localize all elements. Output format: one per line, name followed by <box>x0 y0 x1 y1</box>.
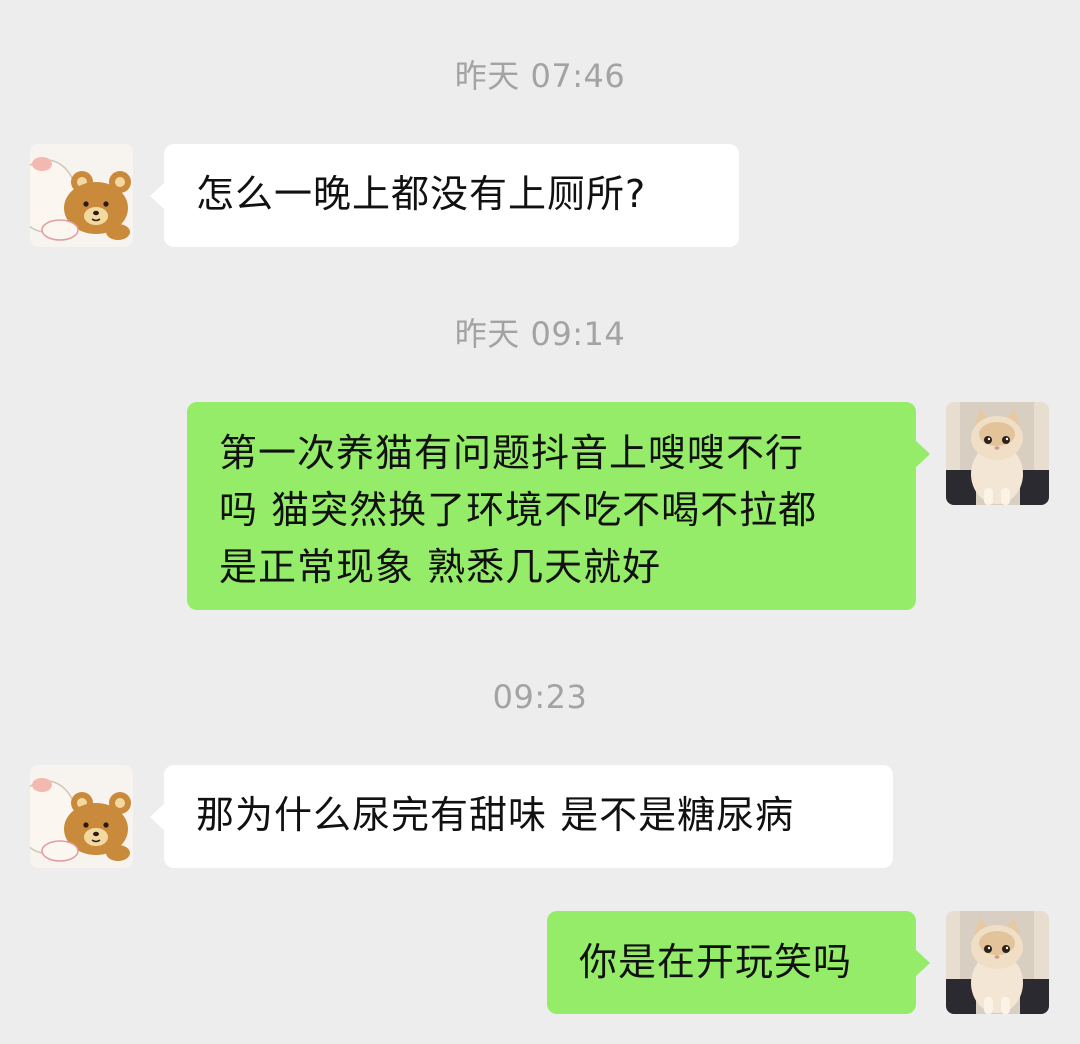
message-text-line: 是正常现象 熟悉几天就好 <box>219 545 662 589</box>
message-text-line: 你是在开玩笑吗 <box>579 940 853 984</box>
message-text-line: 吗 猫突然换了环境不吃不喝不拉都 <box>219 488 818 532</box>
message-bubble-received[interactable]: 那为什么尿完有甜味 是不是糖尿病 <box>150 765 893 868</box>
message-bubble-received[interactable]: 怎么一晚上都没有上厕所? <box>150 144 739 247</box>
message-bubble-sent[interactable]: 第一次养猫有问题抖音上嗖嗖不行 吗 猫突然换了环境不吃不喝不拉都 是正常现象 熟… <box>187 402 930 610</box>
avatar-cat-icon[interactable] <box>946 402 1049 505</box>
message-text-line: 那为什么尿完有甜味 是不是糖尿病 <box>196 793 795 837</box>
message-bubble-sent[interactable]: 你是在开玩笑吗 <box>547 911 930 1014</box>
timestamp: 昨天 09:14 <box>454 315 626 353</box>
timestamp: 09:23 <box>492 678 588 716</box>
avatar-rilakkuma-icon[interactable] <box>30 144 133 247</box>
avatar-rilakkuma-icon[interactable] <box>30 765 133 868</box>
timestamp: 昨天 07:46 <box>454 57 626 95</box>
avatar-cat-icon[interactable] <box>946 911 1049 1014</box>
message-text-line: 怎么一晚上都没有上厕所? <box>196 172 647 216</box>
message-text-line: 第一次养猫有问题抖音上嗖嗖不行 <box>219 431 805 475</box>
